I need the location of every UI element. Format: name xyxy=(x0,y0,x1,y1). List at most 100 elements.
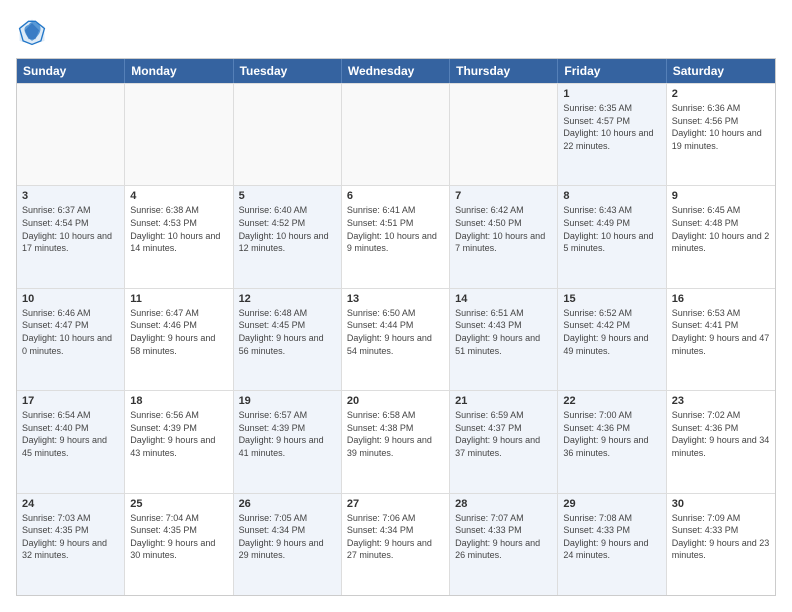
day-info: Sunrise: 6:56 AM Sunset: 4:39 PM Dayligh… xyxy=(130,409,227,459)
page: SundayMondayTuesdayWednesdayThursdayFrid… xyxy=(0,0,792,612)
day-number: 21 xyxy=(455,395,552,407)
day-info: Sunrise: 7:04 AM Sunset: 4:35 PM Dayligh… xyxy=(130,512,227,562)
day-number: 24 xyxy=(22,498,119,510)
day-number: 2 xyxy=(672,88,770,100)
day-info: Sunrise: 6:40 AM Sunset: 4:52 PM Dayligh… xyxy=(239,204,336,254)
day-number: 26 xyxy=(239,498,336,510)
day-number: 17 xyxy=(22,395,119,407)
calendar-day-25: 25 Sunrise: 7:04 AM Sunset: 4:35 PM Dayli… xyxy=(125,494,233,595)
weekday-header-sunday: Sunday xyxy=(17,59,125,83)
header xyxy=(16,16,776,48)
day-info: Sunrise: 6:47 AM Sunset: 4:46 PM Dayligh… xyxy=(130,307,227,357)
day-number: 22 xyxy=(563,395,660,407)
calendar-day-26: 26 Sunrise: 7:05 AM Sunset: 4:34 PM Dayli… xyxy=(234,494,342,595)
calendar-row-1: 3 Sunrise: 6:37 AM Sunset: 4:54 PM Daylig… xyxy=(17,185,775,287)
day-info: Sunrise: 6:50 AM Sunset: 4:44 PM Dayligh… xyxy=(347,307,444,357)
calendar-day-16: 16Sunrise: 6:53 AM Sunset: 4:41 PM Dayli… xyxy=(667,289,775,390)
calendar-day-6: 6Sunrise: 6:41 AM Sunset: 4:51 PM Daylig… xyxy=(342,186,450,287)
day-number: 25 xyxy=(130,498,227,510)
calendar-day-27: 27 Sunrise: 7:06 AM Sunset: 4:34 PM Dayli… xyxy=(342,494,450,595)
day-number: 8 xyxy=(563,190,660,202)
weekday-header-saturday: Saturday xyxy=(667,59,775,83)
calendar-day-15: 15 Sunrise: 6:52 AM Sunset: 4:42 PM Dayli… xyxy=(558,289,666,390)
day-info: Sunrise: 6:48 AM Sunset: 4:45 PM Dayligh… xyxy=(239,307,336,357)
day-number: 27 xyxy=(347,498,444,510)
day-info: Sunrise: 6:36 AM Sunset: 4:56 PM Dayligh… xyxy=(672,102,770,152)
day-number: 7 xyxy=(455,190,552,202)
day-info: Sunrise: 7:05 AM Sunset: 4:34 PM Dayligh… xyxy=(239,512,336,562)
weekday-header-tuesday: Tuesday xyxy=(234,59,342,83)
day-number: 3 xyxy=(22,190,119,202)
day-number: 14 xyxy=(455,293,552,305)
day-number: 18 xyxy=(130,395,227,407)
calendar-day-7: 7 Sunrise: 6:42 AM Sunset: 4:50 PM Daylig… xyxy=(450,186,558,287)
day-number: 28 xyxy=(455,498,552,510)
day-number: 4 xyxy=(130,190,227,202)
calendar-day-13: 13 Sunrise: 6:50 AM Sunset: 4:44 PM Dayli… xyxy=(342,289,450,390)
day-info: Sunrise: 6:35 AM Sunset: 4:57 PM Dayligh… xyxy=(563,102,660,152)
calendar-day-24: 24Sunrise: 7:03 AM Sunset: 4:35 PM Dayli… xyxy=(17,494,125,595)
day-number: 9 xyxy=(672,190,770,202)
calendar-header: SundayMondayTuesdayWednesdayThursdayFrid… xyxy=(17,59,775,83)
weekday-header-friday: Friday xyxy=(558,59,666,83)
day-info: Sunrise: 6:37 AM Sunset: 4:54 PM Dayligh… xyxy=(22,204,119,254)
logo xyxy=(16,16,52,48)
weekday-header-thursday: Thursday xyxy=(450,59,558,83)
calendar-day-10: 10 Sunrise: 6:46 AM Sunset: 4:47 PM Dayli… xyxy=(17,289,125,390)
day-info: Sunrise: 6:57 AM Sunset: 4:39 PM Dayligh… xyxy=(239,409,336,459)
day-info: Sunrise: 6:38 AM Sunset: 4:53 PM Dayligh… xyxy=(130,204,227,254)
calendar-day-1: 1 Sunrise: 6:35 AM Sunset: 4:57 PM Daylig… xyxy=(558,84,666,185)
day-info: Sunrise: 7:09 AM Sunset: 4:33 PM Dayligh… xyxy=(672,512,770,562)
calendar-day-30: 30 Sunrise: 7:09 AM Sunset: 4:33 PM Dayli… xyxy=(667,494,775,595)
calendar-day-9: 9Sunrise: 6:45 AM Sunset: 4:48 PM Daylig… xyxy=(667,186,775,287)
calendar-day-empty-0-4 xyxy=(450,84,558,185)
day-info: Sunrise: 7:07 AM Sunset: 4:33 PM Dayligh… xyxy=(455,512,552,562)
calendar-day-19: 19 Sunrise: 6:57 AM Sunset: 4:39 PM Dayli… xyxy=(234,391,342,492)
day-info: Sunrise: 7:08 AM Sunset: 4:33 PM Dayligh… xyxy=(563,512,660,562)
calendar-row-0: 1 Sunrise: 6:35 AM Sunset: 4:57 PM Daylig… xyxy=(17,83,775,185)
calendar-day-empty-0-2 xyxy=(234,84,342,185)
day-info: Sunrise: 6:54 AM Sunset: 4:40 PM Dayligh… xyxy=(22,409,119,459)
day-number: 12 xyxy=(239,293,336,305)
day-number: 30 xyxy=(672,498,770,510)
calendar-day-14: 14Sunrise: 6:51 AM Sunset: 4:43 PM Dayli… xyxy=(450,289,558,390)
calendar-day-2: 2 Sunrise: 6:36 AM Sunset: 4:56 PM Daylig… xyxy=(667,84,775,185)
day-number: 19 xyxy=(239,395,336,407)
logo-icon xyxy=(16,16,48,48)
calendar-day-29: 29Sunrise: 7:08 AM Sunset: 4:33 PM Dayli… xyxy=(558,494,666,595)
day-info: Sunrise: 7:06 AM Sunset: 4:34 PM Dayligh… xyxy=(347,512,444,562)
day-info: Sunrise: 6:46 AM Sunset: 4:47 PM Dayligh… xyxy=(22,307,119,357)
calendar-day-23: 23 Sunrise: 7:02 AM Sunset: 4:36 PM Dayli… xyxy=(667,391,775,492)
calendar-day-28: 28 Sunrise: 7:07 AM Sunset: 4:33 PM Dayli… xyxy=(450,494,558,595)
day-number: 11 xyxy=(130,293,227,305)
calendar-day-22: 22 Sunrise: 7:00 AM Sunset: 4:36 PM Dayli… xyxy=(558,391,666,492)
day-info: Sunrise: 6:41 AM Sunset: 4:51 PM Dayligh… xyxy=(347,204,444,254)
day-info: Sunrise: 6:42 AM Sunset: 4:50 PM Dayligh… xyxy=(455,204,552,254)
calendar-day-21: 21 Sunrise: 6:59 AM Sunset: 4:37 PM Dayli… xyxy=(450,391,558,492)
day-info: Sunrise: 6:58 AM Sunset: 4:38 PM Dayligh… xyxy=(347,409,444,459)
day-number: 23 xyxy=(672,395,770,407)
calendar-day-11: 11 Sunrise: 6:47 AM Sunset: 4:46 PM Dayli… xyxy=(125,289,233,390)
day-info: Sunrise: 6:59 AM Sunset: 4:37 PM Dayligh… xyxy=(455,409,552,459)
calendar-row-3: 17 Sunrise: 6:54 AM Sunset: 4:40 PM Dayli… xyxy=(17,390,775,492)
calendar-day-empty-0-0 xyxy=(17,84,125,185)
day-number: 10 xyxy=(22,293,119,305)
calendar-day-12: 12 Sunrise: 6:48 AM Sunset: 4:45 PM Dayli… xyxy=(234,289,342,390)
day-number: 15 xyxy=(563,293,660,305)
day-number: 5 xyxy=(239,190,336,202)
day-number: 1 xyxy=(563,88,660,100)
day-info: Sunrise: 6:52 AM Sunset: 4:42 PM Dayligh… xyxy=(563,307,660,357)
calendar-day-empty-0-3 xyxy=(342,84,450,185)
calendar: SundayMondayTuesdayWednesdayThursdayFrid… xyxy=(16,58,776,596)
day-info: Sunrise: 7:02 AM Sunset: 4:36 PM Dayligh… xyxy=(672,409,770,459)
calendar-day-empty-0-1 xyxy=(125,84,233,185)
day-number: 13 xyxy=(347,293,444,305)
calendar-day-18: 18 Sunrise: 6:56 AM Sunset: 4:39 PM Dayli… xyxy=(125,391,233,492)
calendar-day-17: 17 Sunrise: 6:54 AM Sunset: 4:40 PM Dayli… xyxy=(17,391,125,492)
weekday-header-wednesday: Wednesday xyxy=(342,59,450,83)
calendar-day-8: 8Sunrise: 6:43 AM Sunset: 4:49 PM Daylig… xyxy=(558,186,666,287)
calendar-row-2: 10 Sunrise: 6:46 AM Sunset: 4:47 PM Dayli… xyxy=(17,288,775,390)
calendar-day-5: 5 Sunrise: 6:40 AM Sunset: 4:52 PM Daylig… xyxy=(234,186,342,287)
day-info: Sunrise: 7:00 AM Sunset: 4:36 PM Dayligh… xyxy=(563,409,660,459)
weekday-header-monday: Monday xyxy=(125,59,233,83)
